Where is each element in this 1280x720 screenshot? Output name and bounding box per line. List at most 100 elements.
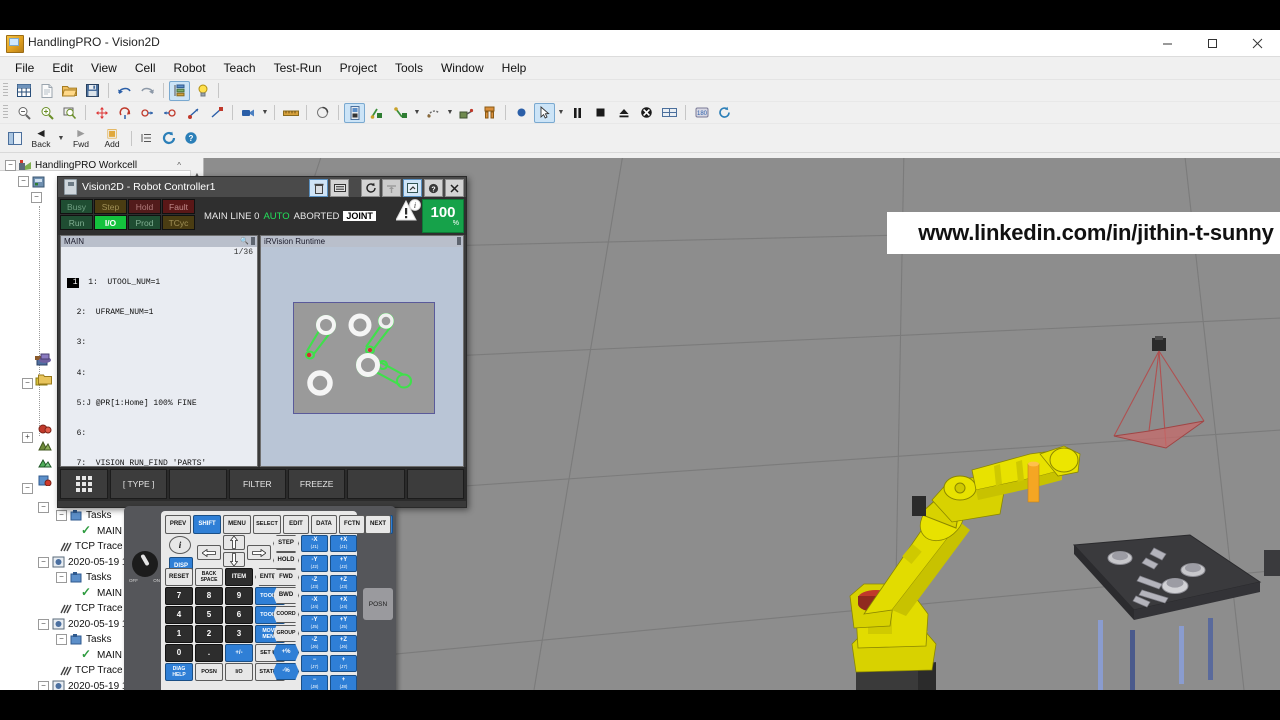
key-fwd[interactable]: FWD xyxy=(273,569,299,586)
jog-key-minus-j7[interactable]: − (J7) xyxy=(301,655,328,672)
new-document-icon[interactable] xyxy=(36,81,57,101)
key-data[interactable]: DATA xyxy=(311,515,337,534)
key-hold[interactable]: HOLD xyxy=(273,552,299,569)
menu-robot[interactable]: Robot xyxy=(165,58,215,78)
key-item[interactable]: ITEM xyxy=(225,568,253,586)
jog-key-plus-z-j3[interactable]: +Z (J3) xyxy=(330,575,357,592)
nav-back-dropdown-icon[interactable]: ▼ xyxy=(57,135,65,142)
menu-window[interactable]: Window xyxy=(432,58,493,78)
fkey-menu-button[interactable] xyxy=(60,469,108,499)
jog-key-minus-y-j2[interactable]: -Y (J2) xyxy=(301,555,328,572)
fkey-5[interactable] xyxy=(347,469,405,499)
jog-key-plus-z-j6[interactable]: +Z (J6) xyxy=(330,635,357,652)
key-4[interactable]: 4 xyxy=(165,606,193,624)
tree-expander-icon[interactable]: − xyxy=(31,192,42,204)
toolbar-grip-2[interactable] xyxy=(3,105,8,120)
key-shift-left[interactable]: SHIFT xyxy=(193,515,221,534)
key-info[interactable]: i xyxy=(169,536,191,554)
tree-expander-icon[interactable]: − xyxy=(5,160,16,172)
program-pane[interactable]: MAIN 🔍 1/36 1 1: UTOOL_NUM=1 2: UFRAME_N… xyxy=(60,235,258,467)
measure-icon[interactable] xyxy=(312,103,333,123)
gripper-icon[interactable] xyxy=(479,103,500,123)
key-9[interactable]: 9 xyxy=(225,587,253,605)
key-0[interactable]: 0 xyxy=(165,644,193,662)
abort-icon[interactable] xyxy=(636,103,657,123)
jog-key-plus-j8[interactable]: + (J8) xyxy=(330,675,357,690)
key-io[interactable]: I/O xyxy=(225,663,253,681)
jog-world-icon[interactable] xyxy=(206,103,227,123)
jog-key-minus-z-j6[interactable]: -Z (J6) xyxy=(301,635,328,652)
fkey-6[interactable] xyxy=(406,469,464,499)
program-pane-header-icons[interactable]: 🔍 xyxy=(240,237,255,245)
key-reset[interactable]: RESET xyxy=(165,568,193,586)
key-step[interactable]: STEP xyxy=(273,535,299,552)
key-posn-side[interactable]: POSN xyxy=(363,588,393,620)
robot-arm[interactable] xyxy=(764,418,1084,690)
key-fctn[interactable]: FCTN xyxy=(339,515,365,534)
help-icon[interactable]: ? xyxy=(424,179,443,197)
key-group[interactable]: GROUP xyxy=(273,625,299,642)
open-folder-icon[interactable] xyxy=(59,81,80,101)
jog-key-minus-x-j1[interactable]: -X (J1) xyxy=(301,535,328,552)
pendant-mode-switch[interactable]: OFF ON xyxy=(128,551,161,591)
undo-icon[interactable] xyxy=(114,81,135,101)
key-backspace[interactable]: BACK SPACE xyxy=(195,568,223,586)
menu-help[interactable]: Help xyxy=(493,58,536,78)
toolbar-grip[interactable] xyxy=(3,83,8,98)
tree-expander-icon[interactable]: − xyxy=(38,618,49,630)
grid-snap-icon[interactable] xyxy=(659,103,680,123)
select-dropdown-icon[interactable]: ▼ xyxy=(557,109,565,116)
stop-icon[interactable] xyxy=(590,103,611,123)
record-dropdown-icon[interactable]: ▼ xyxy=(413,109,421,116)
key-menu[interactable]: MENU xyxy=(223,515,251,534)
vision-pane-header-icons[interactable] xyxy=(457,237,461,245)
vision-runtime-image[interactable] xyxy=(293,302,435,414)
refresh-icon[interactable] xyxy=(158,128,179,148)
save-disk-icon[interactable] xyxy=(82,81,103,101)
key-6[interactable]: 6 xyxy=(225,606,253,624)
jog-key-plus-j7[interactable]: + (J7) xyxy=(330,655,357,672)
grid-icon[interactable] xyxy=(13,81,34,101)
menu-view[interactable]: View xyxy=(82,58,126,78)
close-button[interactable] xyxy=(1235,30,1280,56)
tree-collapse-caret-icon[interactable]: ^ xyxy=(177,161,181,170)
parts-table[interactable] xyxy=(1062,526,1272,690)
key-edit[interactable]: EDIT xyxy=(283,515,309,534)
menu-project[interactable]: Project xyxy=(331,58,386,78)
browser-pane-icon[interactable] xyxy=(4,128,25,148)
reset-icon[interactable] xyxy=(361,179,380,197)
tree-expander-icon[interactable]: − xyxy=(38,680,49,690)
camera-view-icon[interactable] xyxy=(238,103,259,123)
cell-browser-icon[interactable] xyxy=(169,80,190,101)
pause-icon[interactable] xyxy=(567,103,588,123)
key-arrow-up[interactable] xyxy=(223,535,245,550)
trash-icon[interactable] xyxy=(309,179,328,197)
key-select[interactable]: SELECT xyxy=(253,515,281,534)
obstacles-icon[interactable] xyxy=(38,439,52,457)
tree-expander-icon[interactable]: − xyxy=(56,634,67,646)
ruler-icon[interactable] xyxy=(280,103,301,123)
nav-forward-button[interactable]: ► Fwd xyxy=(66,125,96,151)
parts-icon[interactable] xyxy=(38,422,52,440)
rotate-tool-icon[interactable] xyxy=(160,103,181,123)
key-plus-minus[interactable]: +/- xyxy=(225,644,253,662)
key-bwd[interactable]: BWD xyxy=(273,587,299,604)
fkey-3[interactable]: FILTER xyxy=(228,469,286,499)
list-icon[interactable] xyxy=(136,128,157,148)
minimize-button[interactable] xyxy=(1145,30,1190,56)
key-2[interactable]: 2 xyxy=(195,625,223,643)
vision-pane[interactable]: iRVision Runtime xyxy=(260,235,464,467)
key-dot[interactable]: . xyxy=(195,644,223,662)
cycle-icon[interactable] xyxy=(511,103,532,123)
menu-file[interactable]: File xyxy=(6,58,43,78)
key-coord[interactable]: COORD xyxy=(273,606,299,623)
tree-expander-icon[interactable]: − xyxy=(56,510,67,522)
warning-icon[interactable]: i xyxy=(396,199,422,223)
key-next[interactable]: NEXT xyxy=(365,515,391,534)
nav-back-button[interactable]: ◄ Back xyxy=(26,125,56,151)
tree-root-node[interactable]: − HandlingPRO Workcell ^ xyxy=(0,158,195,174)
jog-tool-icon[interactable] xyxy=(183,103,204,123)
menu-teach[interactable]: Teach xyxy=(215,58,265,78)
menu-edit[interactable]: Edit xyxy=(43,58,82,78)
zoom-out-icon[interactable] xyxy=(13,103,34,123)
